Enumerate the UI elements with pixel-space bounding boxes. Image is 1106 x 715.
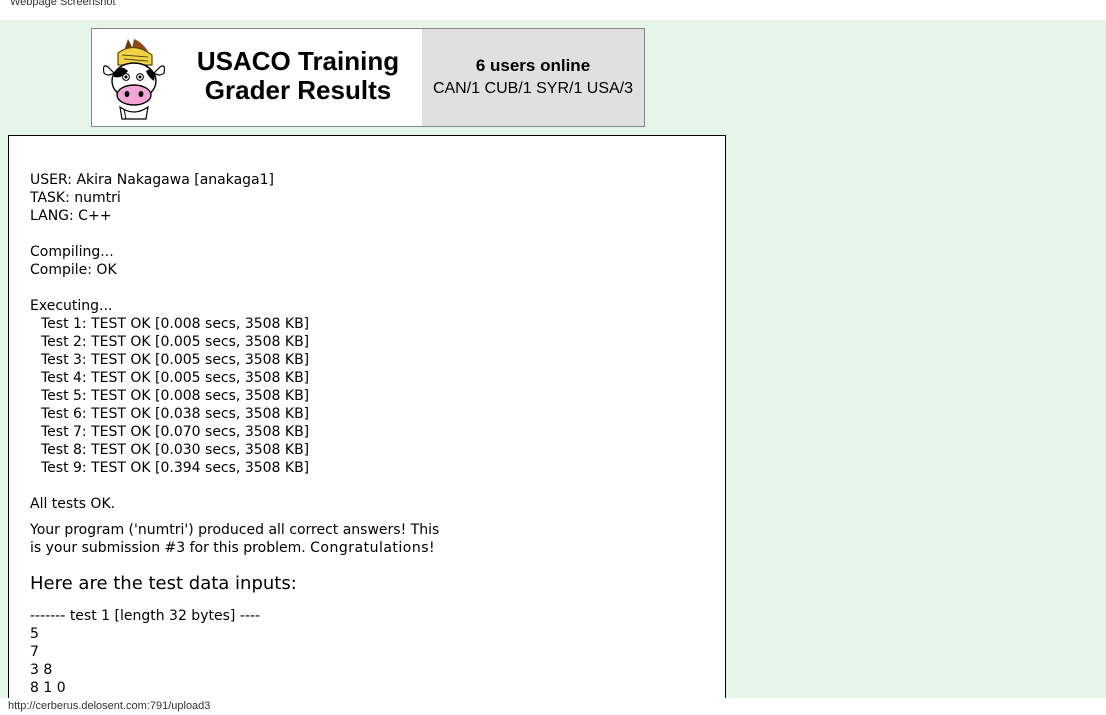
test-data-line: 5 xyxy=(30,626,39,642)
test-result-line: Test 1: TEST OK [0.008 secs, 3508 KB] xyxy=(41,316,310,332)
executing-line: Executing... xyxy=(30,298,113,314)
grader-output: USER: Akira Nakagawa [anakaga1] TASK: nu… xyxy=(30,171,710,697)
task-line: TASK: numtri xyxy=(30,190,121,206)
test-inputs-heading: Here are the test data inputs: xyxy=(30,573,297,594)
congratulations-text: Congratulations! xyxy=(310,540,436,556)
test-result-line: Test 2: TEST OK [0.005 secs, 3508 KB] xyxy=(41,334,310,350)
cow-mascot-logo-icon xyxy=(102,39,166,120)
window-title: Webpage Screenshot xyxy=(10,0,116,8)
online-users-countries: CAN/1 CUB/1 SYR/1 USA/3 xyxy=(432,80,634,97)
user-line: USER: Akira Nakagawa [anakaga1] xyxy=(30,172,275,188)
compile-status-line: Compile: OK xyxy=(30,262,117,278)
test-result-line: Test 5: TEST OK [0.008 secs, 3508 KB] xyxy=(41,388,310,404)
test-data-line: 3 8 xyxy=(30,662,53,678)
test-result-line: Test 7: TEST OK [0.070 secs, 3508 KB] xyxy=(41,424,310,440)
test-results-list: Test 1: TEST OK [0.008 secs, 3508 KB] Te… xyxy=(30,315,710,477)
test-1-header: ------- test 1 [length 32 bytes] ---- xyxy=(30,608,260,624)
test-result-line: Test 8: TEST OK [0.030 secs, 3508 KB] xyxy=(41,442,310,458)
status-bar-url: http://cerberus.delosent.com:791/upload3 xyxy=(8,700,211,712)
page-title-line-1: USACO Training xyxy=(196,46,400,76)
page-title-line-2: Grader Results xyxy=(204,75,392,105)
status-bar: http://cerberus.delosent.com:791/upload3 xyxy=(0,698,1106,715)
test-result-line: Test 4: TEST OK [0.005 secs, 3508 KB] xyxy=(41,370,310,386)
test-result-line: Test 9: TEST OK [0.394 secs, 3508 KB] xyxy=(41,460,310,476)
test-result-line: Test 6: TEST OK [0.038 secs, 3508 KB] xyxy=(41,406,310,422)
result-message: Your program ('numtri') produced all cor… xyxy=(30,521,450,557)
header-banner: USACO Training Grader Results 6 users on… xyxy=(91,28,645,127)
lang-line: LANG: C++ xyxy=(30,208,112,224)
test-data-line: 7 xyxy=(30,644,39,660)
test-result-line: Test 3: TEST OK [0.005 secs, 3508 KB] xyxy=(41,352,310,368)
window-title-bar: Webpage Screenshot xyxy=(0,0,1106,20)
online-users-panel: 6 users online CAN/1 CUB/1 SYR/1 USA/3 xyxy=(422,29,644,126)
compiling-line: Compiling... xyxy=(30,244,114,260)
online-users-count: 6 users online xyxy=(475,56,591,75)
page-title: USACO Training Grader Results xyxy=(180,47,416,105)
all-tests-ok-line: All tests OK. xyxy=(30,496,116,512)
test-data-line: 8 1 0 xyxy=(30,680,66,696)
grader-results-panel: USER: Akira Nakagawa [anakaga1] TASK: nu… xyxy=(8,135,726,715)
